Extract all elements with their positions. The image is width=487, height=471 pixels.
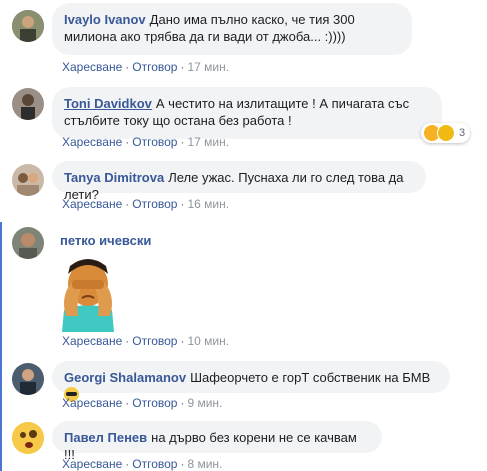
comment-text: Шафеорчето е горТ собственик на БМВ — [190, 370, 431, 385]
separator: · — [125, 135, 130, 149]
comment-bubble: Ivaylo Ivanov Дано има пълно каско, че ти… — [52, 3, 412, 55]
reply-button[interactable]: Отговор — [132, 457, 177, 471]
like-button[interactable]: Харесване — [62, 60, 122, 74]
reactions-summary[interactable]: 3 — [421, 123, 471, 143]
comment-bubble: Павел Пенев на дърво без корени не се кач… — [52, 421, 382, 462]
avatar-photo-icon — [12, 363, 44, 395]
like-button[interactable]: Харесване — [62, 396, 122, 410]
separator: · — [125, 197, 130, 211]
comment-actions: Харесване · Отговор · 9 мин. — [62, 396, 222, 410]
reply-button[interactable]: Отговор — [132, 60, 177, 74]
avatar[interactable] — [12, 227, 44, 259]
avatar[interactable] — [12, 88, 44, 120]
comment-actions: Харесване · Отговор · 10 мин. — [62, 334, 229, 348]
avatar[interactable] — [12, 363, 44, 395]
separator: · — [180, 457, 185, 471]
comment-bubble: Tanya Dimitrova Леле ужас. Пуснаха ли го … — [52, 161, 426, 202]
comment-actions: Харесване · Отговор · 8 мин. — [62, 457, 222, 471]
separator: · — [180, 396, 185, 410]
comment-actions: Харесване · Отговор · 17 мин. — [62, 135, 229, 149]
comment-timestamp[interactable]: 10 мин. — [187, 334, 229, 348]
separator: · — [125, 396, 130, 410]
reply-button[interactable]: Отговор — [132, 135, 177, 149]
separator: · — [180, 135, 185, 149]
comment-author-link[interactable]: Павел Пенев — [64, 430, 147, 445]
like-button[interactable]: Харесване — [62, 457, 122, 471]
comment-timestamp[interactable]: 8 мин. — [187, 457, 222, 471]
comment-author-link[interactable]: Georgi Shalamanov — [64, 370, 186, 385]
like-button[interactable]: Харесване — [62, 197, 122, 211]
avatar[interactable] — [12, 422, 44, 454]
comment-timestamp[interactable]: 9 мин. — [187, 396, 222, 410]
reply-button[interactable]: Отговор — [132, 334, 177, 348]
comment-author-link[interactable]: Ivaylo Ivanov — [64, 12, 146, 27]
avatar-photo-icon — [12, 10, 44, 42]
avatar-photo-icon — [12, 88, 44, 120]
separator: · — [125, 60, 130, 74]
comment-author-link[interactable]: Tanya Dimitrova — [64, 170, 164, 185]
comment-item: Павел Пенев на дърво без корени не се кач… — [0, 416, 487, 471]
separator: · — [125, 457, 130, 471]
avatar[interactable] — [12, 10, 44, 42]
facepalm-sticker-icon — [62, 259, 114, 332]
comment-timestamp[interactable]: 17 мин. — [187, 60, 229, 74]
separator: · — [180, 197, 185, 211]
comment-item: Georgi Shalamanov Шафеорчето е горТ собст… — [0, 358, 487, 414]
comment-item: Tanya Dimitrova Леле ужас. Пуснаха ли го … — [0, 156, 487, 216]
surprised-emoji-avatar-icon — [12, 422, 44, 454]
reply-button[interactable]: Отговор — [132, 396, 177, 410]
reactions-count: 3 — [459, 127, 466, 139]
avatar-photo-icon — [12, 164, 44, 196]
separator: · — [125, 334, 130, 348]
comment-timestamp[interactable]: 16 мин. — [187, 197, 229, 211]
sticker-facepalm — [52, 252, 124, 332]
avatar[interactable] — [12, 164, 44, 196]
comment-item: петко ичевски Харесване · Отговор · 10 мин. — [0, 222, 487, 354]
like-button[interactable]: Харесване — [62, 135, 122, 149]
comment-timestamp[interactable]: 17 мин. — [187, 135, 229, 149]
reply-button[interactable]: Отговор — [132, 197, 177, 211]
comment-bubble: Georgi Shalamanov Шафеорчето е горТ собст… — [52, 361, 450, 402]
comment-actions: Харесване · Отговор · 17 мин. — [62, 60, 229, 74]
comment-actions: Харесване · Отговор · 16 мин. — [62, 197, 229, 211]
wow-reaction-icon — [437, 124, 455, 142]
separator: · — [180, 334, 185, 348]
like-button[interactable]: Харесване — [62, 334, 122, 348]
comment-item: Ivaylo Ivanov Дано има пълно каско, че ти… — [0, 0, 487, 80]
comment-author-link[interactable]: Toni Davidkov — [64, 96, 152, 111]
avatar-photo-icon — [12, 227, 44, 259]
comment-author-link[interactable]: петко ичевски — [60, 233, 151, 248]
comment-item: Toni Davidkov А честито на излитащите ! А… — [0, 82, 487, 154]
comment-bubble: Toni Davidkov А честито на излитащите ! А… — [52, 87, 442, 139]
separator: · — [180, 60, 185, 74]
